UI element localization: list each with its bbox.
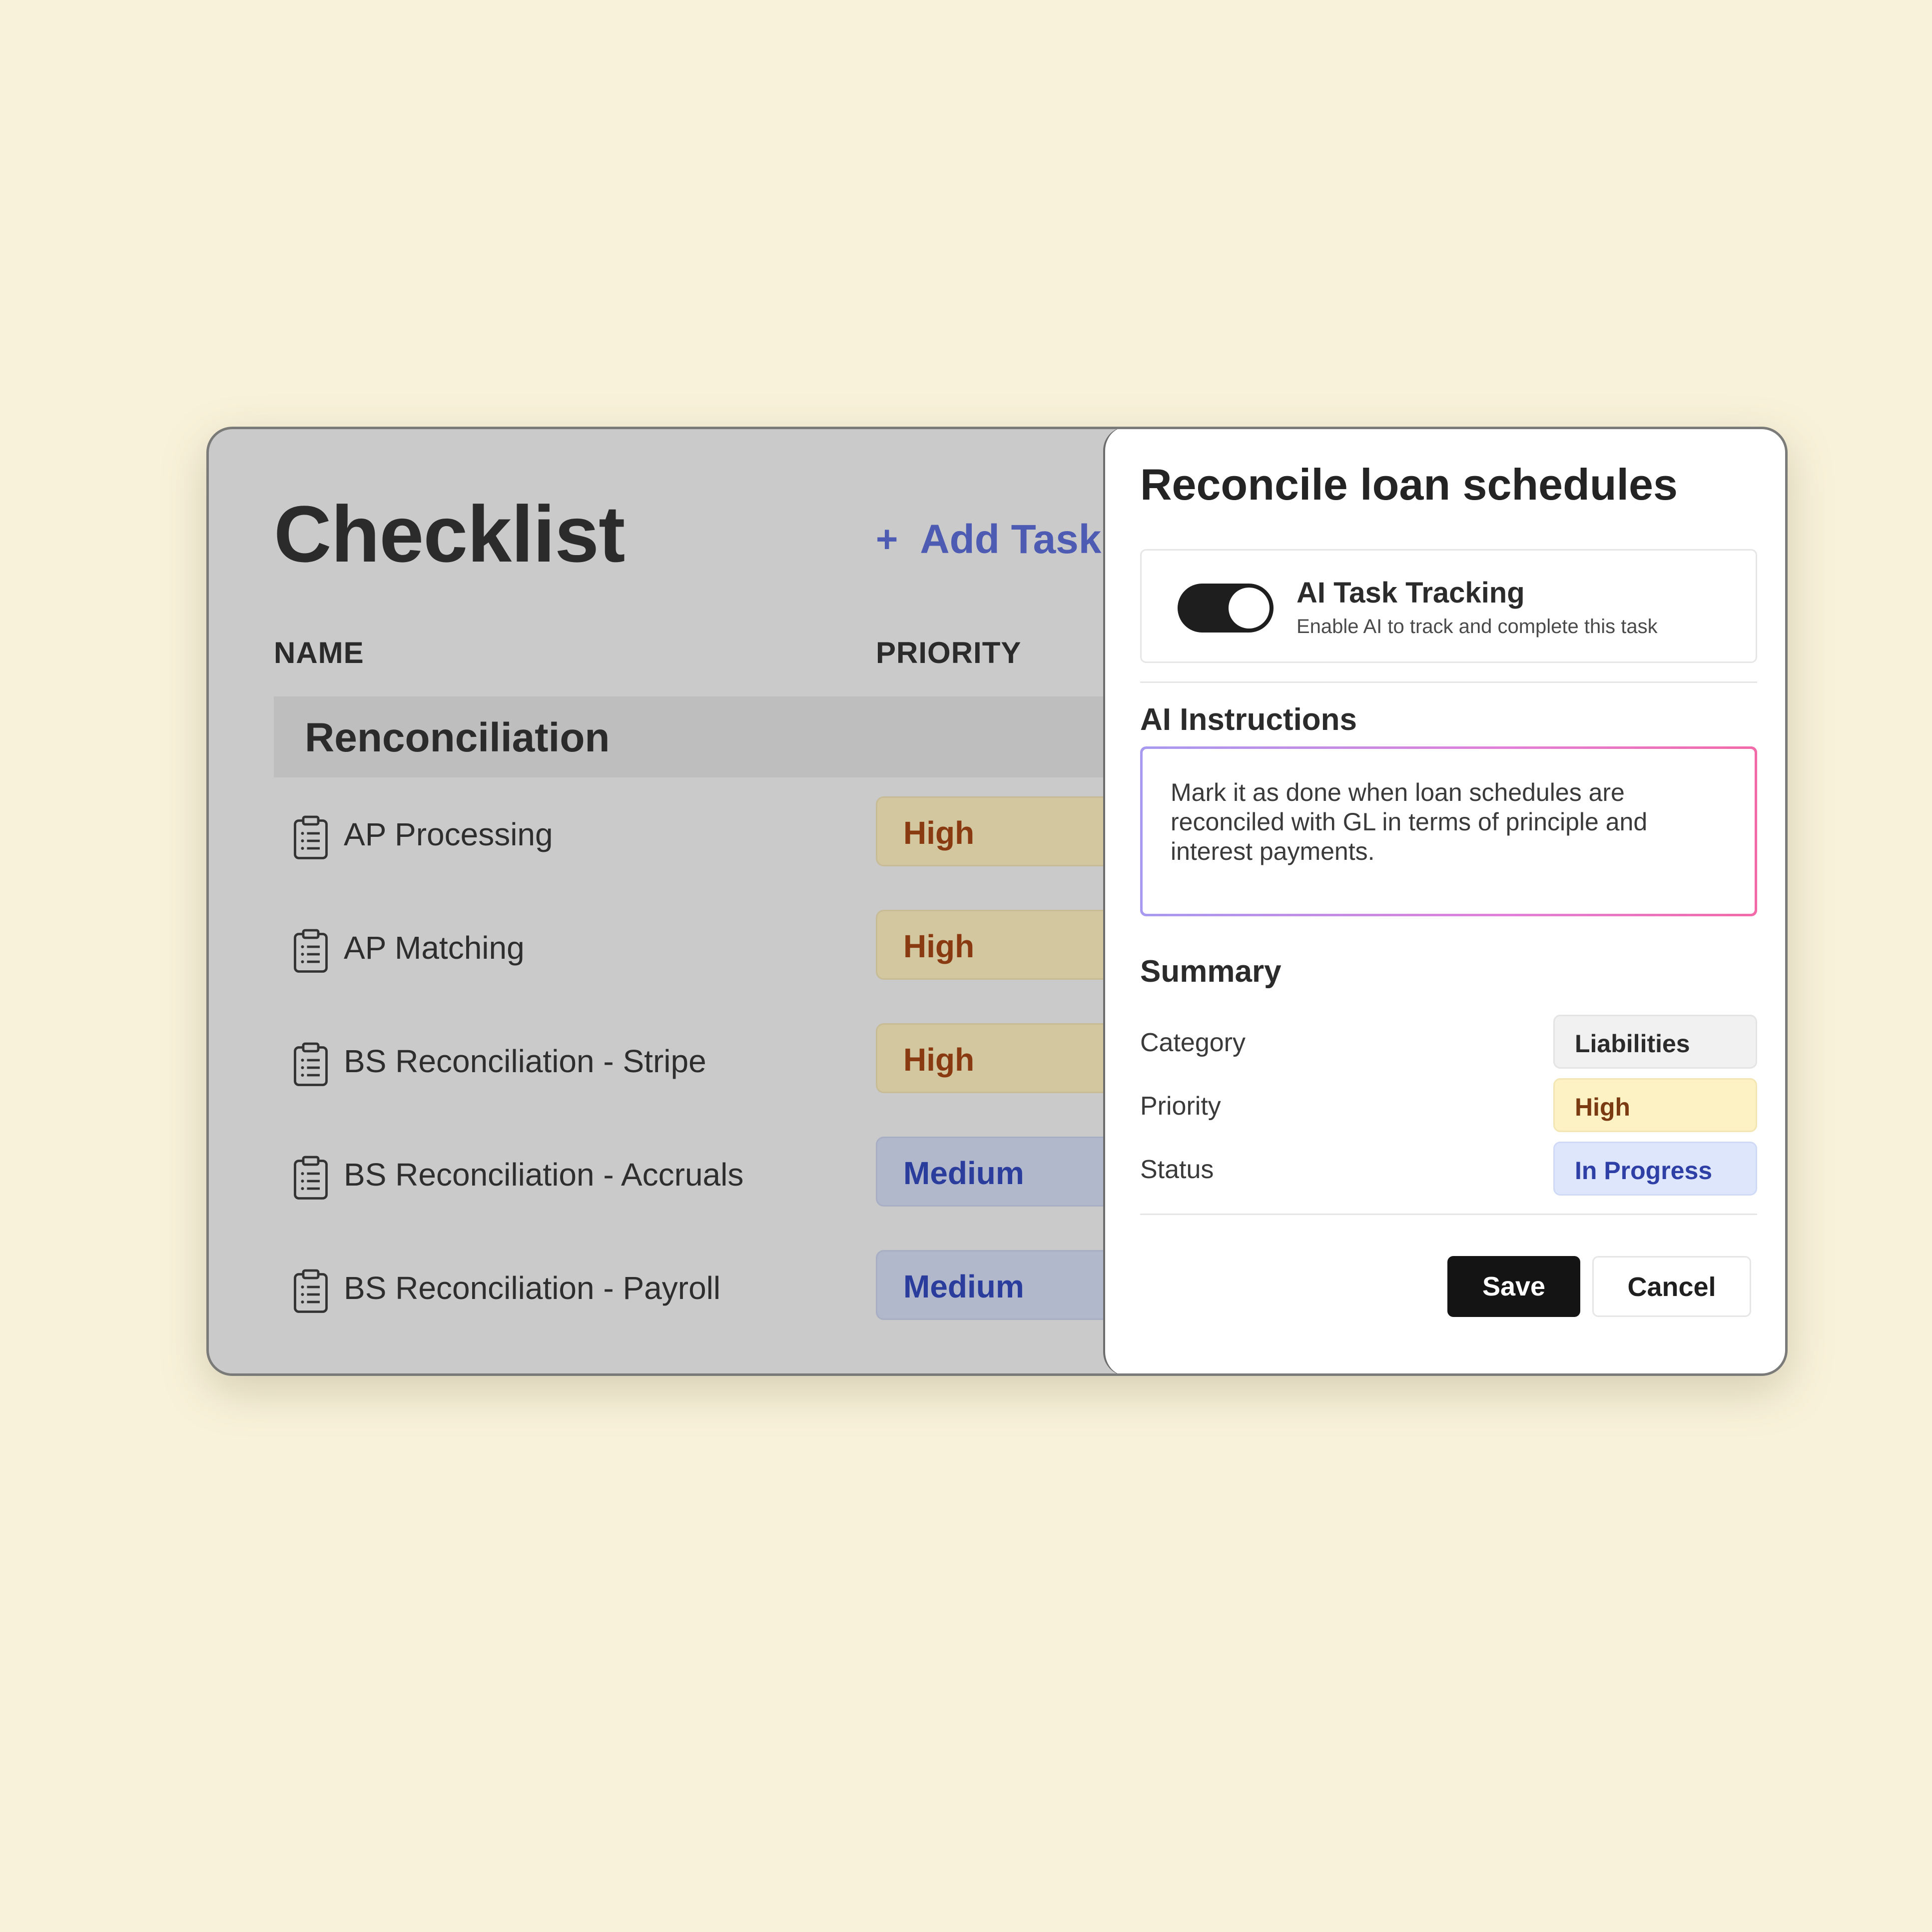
group-label: Renconciliation xyxy=(305,715,610,760)
divider xyxy=(1140,681,1757,683)
clipboard-icon xyxy=(294,815,328,859)
save-label: Save xyxy=(1482,1272,1546,1301)
priority-label: High xyxy=(903,815,975,851)
group-header-reconciliation[interactable]: Renconciliation xyxy=(274,696,1123,777)
divider xyxy=(1140,1214,1757,1215)
plus-icon: + xyxy=(876,518,898,561)
clipboard-icon xyxy=(294,1269,328,1313)
add-task-button[interactable]: + Add Task xyxy=(876,519,1101,560)
task-name: BS Reconciliation - Accruals xyxy=(344,1157,744,1193)
panel-title: Reconcile loan schedules xyxy=(1140,460,1678,509)
add-task-label: Add Task xyxy=(920,517,1102,562)
cancel-label: Cancel xyxy=(1627,1272,1716,1302)
priority-label: High xyxy=(903,928,975,964)
task-name: AP Matching xyxy=(344,930,525,966)
summary-label: Summary xyxy=(1140,954,1282,989)
app-window: Checklist + Add Task NAME PRIORITY Renco… xyxy=(206,427,1788,1376)
ai-instructions-text[interactable]: Mark it as done when loan schedules are … xyxy=(1143,749,1755,914)
clipboard-icon xyxy=(294,929,328,973)
task-name: BS Reconciliation - Stripe xyxy=(344,1043,706,1079)
page-title: Checklist xyxy=(274,489,625,579)
priority-label: High xyxy=(903,1042,975,1078)
summary-row-category: Category Liabilities xyxy=(1140,1015,1757,1069)
priority-select[interactable]: High xyxy=(1553,1078,1757,1132)
priority-label: Medium xyxy=(903,1155,1024,1191)
ai-tracking-title: AI Task Tracking xyxy=(1296,577,1525,609)
summary-key: Status xyxy=(1140,1155,1214,1184)
category-value: Liabilities xyxy=(1575,1030,1690,1058)
column-header-name[interactable]: NAME xyxy=(274,638,364,668)
task-name: BS Reconciliation - Payroll xyxy=(344,1270,721,1306)
summary-row-priority: Priority High xyxy=(1140,1078,1757,1132)
column-header-priority[interactable]: PRIORITY xyxy=(876,638,1021,668)
status-value: In Progress xyxy=(1575,1157,1713,1185)
summary-row-status: Status In Progress xyxy=(1140,1142,1757,1196)
ai-tracking-card: AI Task Tracking Enable AI to track and … xyxy=(1140,549,1757,663)
task-row[interactable]: BS Reconciliation - Payroll Medium xyxy=(274,1250,1156,1325)
task-row[interactable]: BS Reconciliation - Accruals Medium xyxy=(274,1137,1156,1212)
ai-tracking-toggle[interactable] xyxy=(1178,584,1274,633)
summary-key: Category xyxy=(1140,1028,1246,1057)
task-name: AP Processing xyxy=(344,816,553,852)
ai-instructions-field[interactable]: Mark it as done when loan schedules are … xyxy=(1140,746,1757,916)
task-row[interactable]: AP Processing High xyxy=(274,796,1156,871)
clipboard-icon xyxy=(294,1042,328,1086)
ai-instructions-label: AI Instructions xyxy=(1140,702,1357,737)
priority-value: High xyxy=(1575,1093,1631,1121)
ai-tracking-subtitle: Enable AI to track and complete this tas… xyxy=(1296,616,1658,638)
save-button[interactable]: Save xyxy=(1447,1256,1580,1317)
clipboard-icon xyxy=(294,1156,328,1200)
checklist-view: Checklist + Add Task NAME PRIORITY Renco… xyxy=(209,429,1156,1373)
summary-key: Priority xyxy=(1140,1092,1221,1121)
category-select[interactable]: Liabilities xyxy=(1553,1015,1757,1069)
cancel-button[interactable]: Cancel xyxy=(1592,1256,1751,1317)
priority-label: Medium xyxy=(903,1269,1024,1304)
task-row[interactable]: BS Reconciliation - Stripe High xyxy=(274,1023,1156,1098)
task-detail-panel: Reconcile loan schedules AI Task Trackin… xyxy=(1103,429,1785,1373)
toggle-knob xyxy=(1229,588,1270,629)
status-select[interactable]: In Progress xyxy=(1553,1142,1757,1196)
task-row[interactable]: AP Matching High xyxy=(274,910,1156,985)
